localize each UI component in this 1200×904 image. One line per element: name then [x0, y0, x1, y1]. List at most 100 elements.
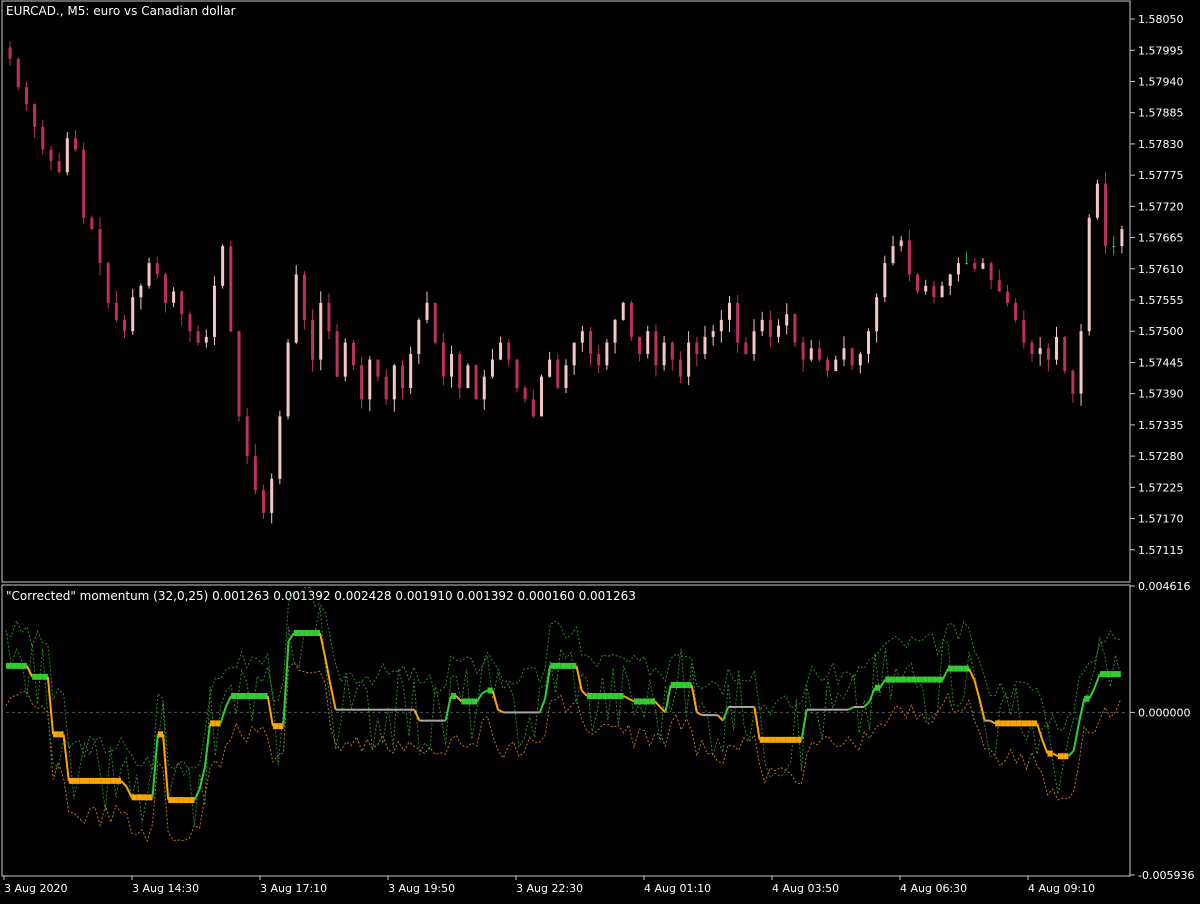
- candle-body: [212, 285, 216, 337]
- candle-body: [670, 342, 674, 360]
- candle-body: [41, 126, 45, 150]
- candle-body: [1005, 291, 1009, 303]
- candle-body: [433, 302, 437, 343]
- candle-body: [548, 359, 552, 377]
- candle-body: [458, 353, 462, 388]
- candle-body: [466, 365, 470, 388]
- candle-body: [597, 353, 601, 366]
- candle-body: [82, 149, 86, 218]
- candle-body: [1030, 342, 1034, 354]
- candle-body: [1095, 183, 1099, 218]
- candle-body: [965, 263, 969, 265]
- candle-body: [1014, 302, 1018, 320]
- chart-window[interactable]: EURCAD., M5: euro vs Canadian dollar 1.5…: [0, 0, 1200, 900]
- candle-body: [172, 291, 176, 303]
- candle-body: [1079, 331, 1083, 394]
- candle-body: [817, 348, 821, 360]
- candle-body: [572, 342, 576, 366]
- candle-body: [580, 331, 584, 343]
- candle-body: [98, 229, 102, 264]
- candle-body: [1112, 246, 1116, 248]
- candle-body: [940, 285, 944, 298]
- candle-body: [850, 348, 854, 366]
- candle-body: [703, 336, 707, 354]
- time-tick-label: 3 Aug 22:30: [516, 882, 583, 895]
- candle-body: [744, 342, 748, 354]
- price-tick-label: 1.57555: [1138, 294, 1184, 307]
- candle-body: [989, 263, 993, 281]
- candle-body: [409, 353, 413, 388]
- candle-body: [1087, 217, 1091, 332]
- candle-body: [638, 336, 642, 354]
- price-tick-label: 1.57390: [1138, 388, 1184, 401]
- time-tick-label: 4 Aug 06:30: [900, 882, 967, 895]
- price-tick-label: 1.57445: [1138, 356, 1184, 369]
- candle-body: [662, 342, 666, 366]
- candle-body: [270, 478, 274, 513]
- candle-body: [695, 342, 699, 354]
- time-tick-label: 4 Aug 01:10: [644, 882, 711, 895]
- candle-body: [531, 399, 535, 417]
- candle-body: [294, 274, 298, 343]
- indicator-tick-label: -0.005936: [1138, 869, 1194, 882]
- price-tick-label: 1.57995: [1138, 44, 1184, 57]
- candle-body: [809, 348, 813, 360]
- candle-body: [924, 285, 928, 292]
- candle-body: [33, 104, 37, 127]
- candle-body: [311, 319, 315, 360]
- chart-canvas[interactable]: EURCAD., M5: euro vs Canadian dollar 1.5…: [0, 0, 1200, 900]
- candle-body: [1046, 348, 1050, 360]
- indicator-tick-label: 0.004616: [1138, 580, 1191, 593]
- price-tick-label: 1.57610: [1138, 263, 1184, 276]
- candle-body: [302, 274, 306, 320]
- candle-body: [450, 353, 454, 377]
- candle-body: [1022, 319, 1026, 343]
- price-tick-label: 1.58050: [1138, 13, 1184, 26]
- candle-body: [948, 274, 952, 286]
- price-tick-label: 1.57225: [1138, 481, 1184, 494]
- candle-body: [768, 319, 772, 337]
- candle-body: [417, 319, 421, 354]
- candle-body: [392, 365, 396, 400]
- candle-body: [335, 331, 339, 377]
- candle-body: [785, 314, 789, 326]
- candle-body: [842, 348, 846, 360]
- candle-body: [801, 342, 805, 360]
- candle-body: [278, 416, 282, 479]
- candle-body: [556, 359, 560, 388]
- candle-body: [262, 490, 266, 513]
- candle-body: [16, 58, 20, 88]
- candle-body: [139, 285, 143, 298]
- price-tick-label: 1.57170: [1138, 513, 1184, 526]
- time-tick-label: 3 Aug 2020: [4, 882, 67, 895]
- candle-body: [482, 376, 486, 400]
- candle-body: [147, 263, 151, 286]
- candle-body: [589, 331, 593, 354]
- candle-body: [327, 302, 331, 332]
- candle-body: [613, 319, 617, 343]
- candle-body: [90, 217, 94, 230]
- candle-body: [1038, 348, 1042, 354]
- candle-body: [237, 331, 241, 417]
- candle-body: [605, 342, 609, 366]
- candle-body: [515, 359, 519, 388]
- candle-body: [687, 342, 691, 377]
- candle-body: [425, 302, 429, 320]
- candle-body: [384, 376, 388, 400]
- candle-body: [204, 336, 208, 343]
- candle-body: [343, 342, 347, 377]
- candle-body: [1104, 183, 1108, 247]
- candle-body: [793, 314, 797, 343]
- candle-body: [907, 240, 911, 275]
- price-tick-label: 1.57830: [1138, 138, 1184, 151]
- time-tick-label: 3 Aug 17:10: [260, 882, 327, 895]
- candle-body: [916, 274, 920, 292]
- candle-body: [24, 87, 28, 105]
- candle-body: [131, 297, 135, 332]
- candle-body: [646, 331, 650, 354]
- candle-body: [956, 263, 960, 275]
- candle-body: [899, 240, 903, 247]
- candle-body: [114, 302, 118, 320]
- candle-body: [400, 365, 404, 388]
- candle-body: [736, 302, 740, 343]
